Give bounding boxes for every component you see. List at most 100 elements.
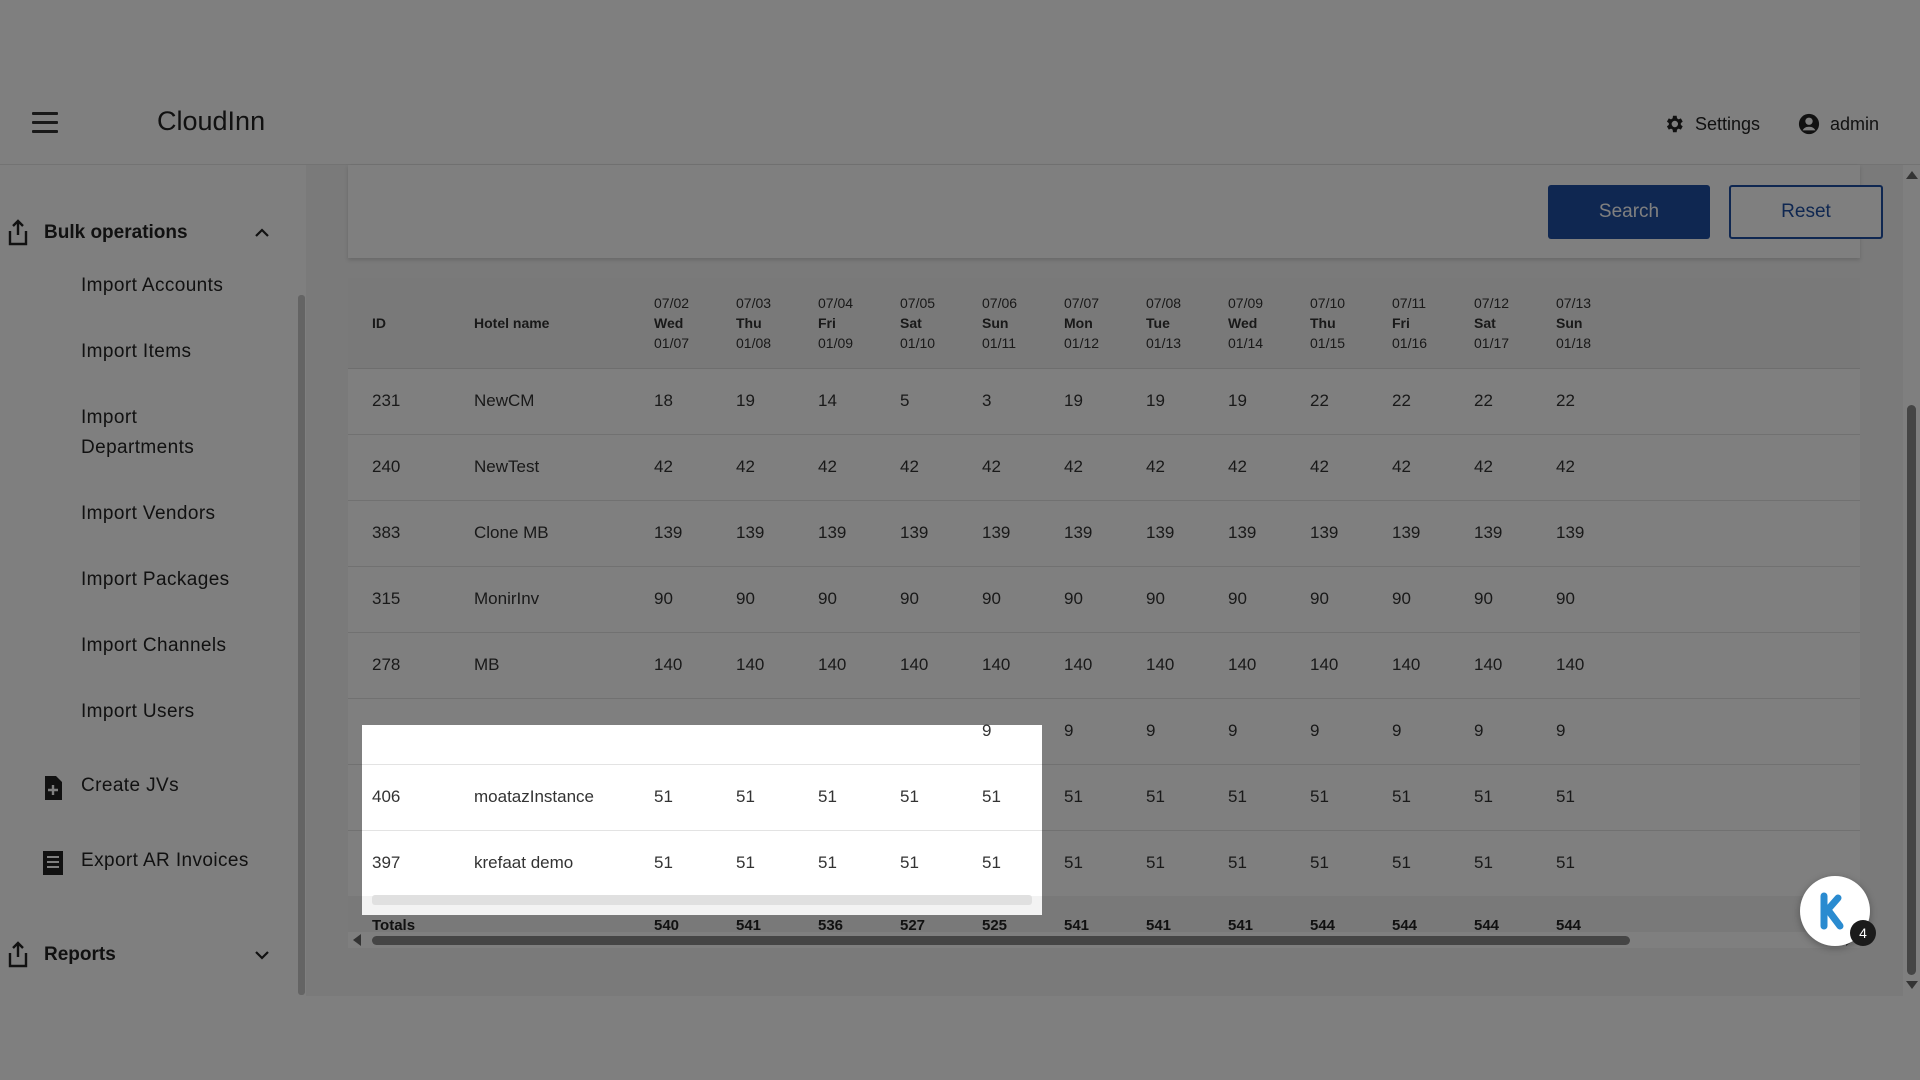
scroll-left-icon[interactable] (353, 934, 361, 946)
cell-value: 51 (1228, 853, 1247, 872)
horizontal-scroll-thumb[interactable] (372, 936, 1630, 945)
cell-value: 51 (900, 853, 919, 872)
cell-id: 383 (372, 523, 401, 542)
sidebar-scrollbar[interactable] (298, 295, 305, 995)
table-row[interactable]: 278 MB 140 140 140 140 140 140 140 140 140 140 140 14… (348, 632, 1860, 699)
table-row[interactable]: 240 NewTest 42 42 42 42 42 42 42 42 42 42 42 42 (348, 434, 1860, 501)
cell-value: 9 (1474, 721, 1484, 740)
gear-icon (1666, 115, 1683, 133)
column-header-id[interactable]: ID (372, 278, 386, 368)
column-header-date[interactable]: 07/06 Sun 01/11 (982, 278, 1017, 368)
table-row[interactable]: 383 Clone MB 139 139 139 139 139 139 139 139 139 13… (348, 500, 1860, 567)
share-icon (8, 941, 28, 968)
column-header-date[interactable]: 07/02 Wed 01/07 (654, 278, 689, 368)
sidebar-item-create-jvs[interactable]: Create JVs (0, 771, 290, 805)
cell-value: 42 (654, 457, 673, 476)
cell-value: 51 (1146, 787, 1165, 806)
cell-value: 90 (818, 589, 837, 608)
column-header-date[interactable]: 07/13 Sun 01/18 (1556, 278, 1591, 368)
sidebar-item-label: Import Departments (81, 407, 195, 458)
scroll-up-icon[interactable] (1906, 171, 1918, 179)
cell-id: 240 (372, 457, 401, 476)
sidebar-group-label: Bulk operations (44, 222, 188, 243)
cell-hotel-name: NewTest (474, 457, 540, 476)
cell-value: 90 (654, 589, 673, 608)
cell-value: 139 (818, 523, 847, 542)
cell-value: 139 (1228, 523, 1257, 542)
menu-icon[interactable] (32, 112, 58, 134)
cell-hotel-name: moatazInstance (474, 787, 595, 806)
sidebar-item-label: Import Channels (81, 635, 227, 656)
sidebar-item-export-ar-invoices[interactable]: Export AR Invoices (0, 846, 290, 880)
cell-value: 9 (1146, 721, 1156, 740)
cell-value: 19 (736, 391, 755, 410)
availability-table: ID Hotel name 07/02 Wed 01/07 07/03 Thu 01/08 07… (348, 278, 1860, 948)
cell-value: 139 (654, 523, 683, 542)
cell-value: 9 (1310, 721, 1320, 740)
column-header-date[interactable]: 07/03 Thu 01/08 (736, 278, 771, 368)
cell-value: 22 (1556, 391, 1575, 410)
table-row[interactable]: 231 NewCM 18 19 14 5 3 19 19 19 22 22 22 22 (348, 368, 1860, 435)
sidebar-group-bulk-operations[interactable]: Bulk operations (0, 213, 290, 253)
vertical-scroll-thumb[interactable] (1907, 405, 1916, 975)
table-row[interactable]: 397 krefaat demo 51 51 51 51 51 51 51 51 51 51 51 51 (348, 830, 1860, 897)
sidebar-item-label: Import Users (81, 701, 195, 722)
column-header-date[interactable]: 07/12 Sat 01/17 (1474, 278, 1509, 368)
sidebar-item-label: Import Vendors (81, 503, 216, 524)
cell-value: 90 (1556, 589, 1575, 608)
cell-value: 19 (1064, 391, 1083, 410)
cell-value: 42 (1228, 457, 1247, 476)
cell-value: 14 (818, 391, 837, 410)
column-header-date[interactable]: 07/09 Wed 01/14 (1228, 278, 1263, 368)
table-row[interactable]: 9 9 9 9 9 9 9 9 (348, 698, 1860, 765)
cell-value: 139 (1310, 523, 1339, 542)
cell-value: 90 (1064, 589, 1083, 608)
column-header-hotel-name[interactable]: Hotel name (474, 278, 549, 368)
cell-value: 51 (1556, 787, 1575, 806)
cell-value: 90 (1474, 589, 1493, 608)
cell-value: 51 (900, 787, 919, 806)
cell-value: 42 (1392, 457, 1411, 476)
cell-hotel-name: krefaat demo (474, 853, 574, 872)
share-icon (8, 219, 28, 246)
table-row[interactable]: 406 moatazInstance 51 51 51 51 51 51 51 51 51 51 51 5… (348, 764, 1860, 831)
user-menu[interactable]: admin (1798, 110, 1879, 138)
cell-hotel-name: Clone MB (474, 523, 549, 542)
cell-value: 51 (654, 853, 673, 872)
sidebar-group-reports[interactable]: Reports (0, 935, 290, 975)
cell-value: 90 (1392, 589, 1411, 608)
cell-value: 42 (818, 457, 837, 476)
horizontal-scrollbar[interactable] (348, 932, 1860, 948)
cell-hotel-name: NewCM (474, 391, 535, 410)
cell-value: 140 (1474, 655, 1503, 674)
cell-value: 51 (1310, 853, 1329, 872)
search-button[interactable]: Search (1548, 185, 1710, 239)
scroll-down-icon[interactable] (1906, 981, 1918, 989)
column-header-date[interactable]: 07/05 Sat 01/10 (900, 278, 935, 368)
column-header-date[interactable]: 07/11 Fri 01/16 (1392, 278, 1427, 368)
table-row[interactable]: 315 MonirInv 90 90 90 90 90 90 90 90 90 90 90 90 (348, 566, 1860, 633)
vertical-scrollbar[interactable] (1903, 165, 1920, 996)
settings-button[interactable]: Settings (1663, 110, 1760, 138)
reset-button[interactable]: Reset (1729, 185, 1883, 239)
chat-widget-button[interactable]: 4 (1800, 876, 1876, 946)
chat-badge: 4 (1850, 920, 1876, 946)
inner-scrollbar[interactable] (372, 895, 1032, 905)
column-header-date[interactable]: 07/04 Fri 01/09 (818, 278, 853, 368)
cell-value: 42 (1556, 457, 1575, 476)
cell-value: 42 (982, 457, 1001, 476)
cell-value: 140 (1146, 655, 1175, 674)
column-header-date[interactable]: 07/07 Mon 01/12 (1064, 278, 1099, 368)
column-header-date[interactable]: 07/08 Tue 01/13 (1146, 278, 1181, 368)
app-window: CloudInn Settings admin Bulk operations … (0, 84, 1920, 996)
cell-value: 51 (1556, 853, 1575, 872)
settings-label: Settings (1695, 113, 1761, 134)
cell-value: 140 (1392, 655, 1421, 674)
cell-value: 140 (1310, 655, 1339, 674)
app-title: CloudInn (157, 106, 266, 136)
column-header-date[interactable]: 07/10 Thu 01/15 (1310, 278, 1345, 368)
cell-value: 139 (1474, 523, 1503, 542)
chevron-up-icon (255, 228, 269, 237)
cell-value: 18 (654, 391, 673, 410)
cell-value: 90 (982, 589, 1001, 608)
